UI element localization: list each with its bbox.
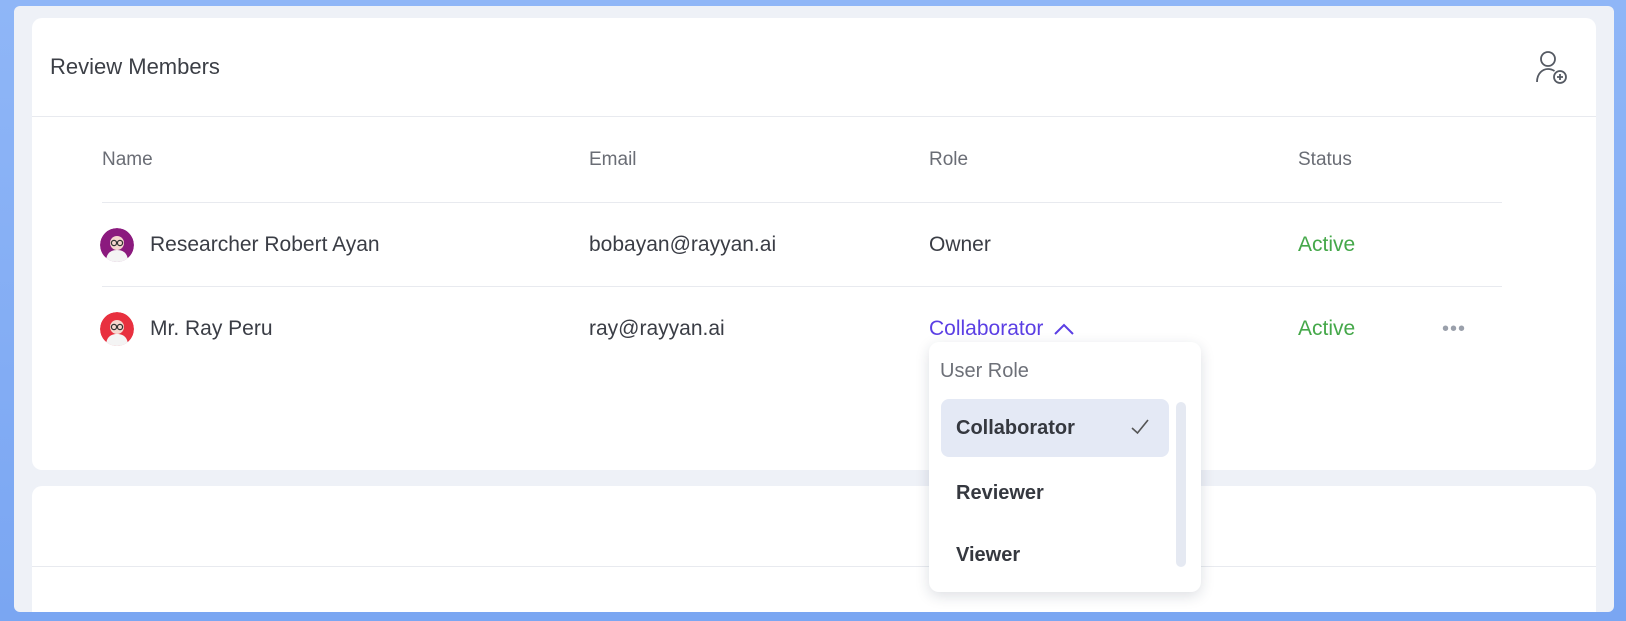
table-row: Mr. Ray Peru ray@rayyan.ai Collaborator … bbox=[100, 287, 1502, 371]
avatar bbox=[100, 312, 134, 346]
role-dropdown-value: Collaborator bbox=[929, 317, 1044, 340]
check-icon bbox=[1131, 419, 1149, 435]
page-title: Review Members bbox=[50, 54, 220, 79]
column-header-status: Status bbox=[1298, 148, 1352, 170]
table-header-row: Name Email Role Status bbox=[102, 117, 1502, 203]
review-members-card: Review Members Name Email Role Status Re… bbox=[32, 18, 1596, 470]
member-name: Mr. Ray Peru bbox=[150, 317, 273, 340]
members-table: Name Email Role Status Researcher Robert… bbox=[100, 117, 1502, 371]
member-email: bobayan@rayyan.ai bbox=[589, 232, 777, 256]
column-header-email: Email bbox=[589, 148, 637, 170]
dropdown-title: User Role bbox=[940, 360, 1029, 382]
member-email: ray@rayyan.ai bbox=[589, 317, 725, 340]
role-option-viewer[interactable]: Viewer bbox=[941, 526, 1169, 584]
add-member-button[interactable] bbox=[1532, 47, 1572, 87]
role-dropdown-menu: User Role Collaborator Reviewer Viewer bbox=[929, 342, 1201, 592]
column-header-name: Name bbox=[102, 148, 153, 170]
role-option-reviewer[interactable]: Reviewer bbox=[941, 464, 1169, 522]
dropdown-scrollbar[interactable] bbox=[1176, 402, 1186, 567]
role-dropdown-toggle[interactable]: Collaborator bbox=[929, 317, 1075, 341]
card-header: Review Members bbox=[32, 18, 1596, 117]
divider bbox=[32, 566, 1596, 567]
role-option-collaborator[interactable]: Collaborator bbox=[941, 399, 1169, 457]
member-role: Owner bbox=[929, 232, 991, 256]
avatar bbox=[100, 227, 134, 262]
add-user-icon bbox=[1536, 51, 1567, 84]
secondary-card bbox=[32, 486, 1596, 612]
more-options-button[interactable]: ••• bbox=[1442, 318, 1466, 341]
chevron-up-icon bbox=[1054, 323, 1075, 335]
member-name: Researcher Robert Ayan bbox=[150, 232, 380, 256]
status-badge: Active bbox=[1298, 317, 1356, 340]
column-header-role: Role bbox=[929, 148, 969, 170]
status-badge: Active bbox=[1298, 232, 1356, 256]
table-row: Researcher Robert Ayan bobayan@rayyan.ai… bbox=[100, 203, 1502, 287]
app-frame: Review Members Name Email Role Status Re… bbox=[14, 6, 1614, 612]
